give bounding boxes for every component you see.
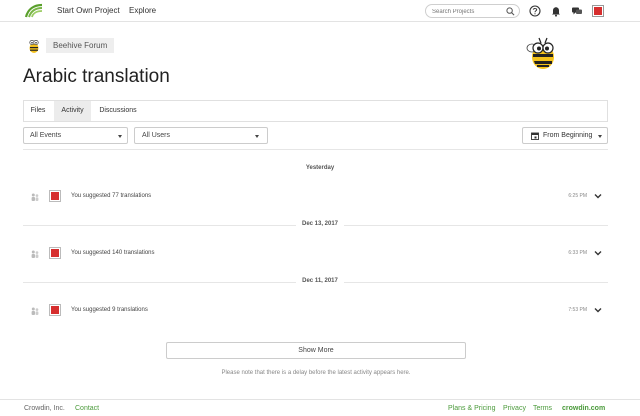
avatar-image	[51, 192, 59, 200]
tab-files[interactable]: Files	[24, 101, 52, 121]
footer-contact-link[interactable]: Contact	[75, 405, 99, 412]
avatar-image	[594, 7, 602, 15]
footer-divider	[0, 399, 640, 400]
footer-plans-link[interactable]: Plans & Pricing	[448, 405, 495, 412]
delay-note: Please note that there is a delay before…	[221, 370, 411, 376]
calendar-icon	[531, 132, 539, 140]
people-icon	[31, 307, 39, 315]
user-avatar[interactable]	[49, 247, 61, 259]
activity-time: 6:25 PM	[568, 193, 587, 199]
caret-down-icon	[598, 135, 602, 138]
bee-mascot-icon	[526, 37, 554, 69]
events-filter-dropdown[interactable]: All Events	[23, 127, 128, 144]
users-filter-value: All Users	[142, 132, 171, 139]
activity-time: 7:53 PM	[568, 307, 587, 313]
top-navbar: Start Own Project Explore	[0, 0, 640, 22]
activity-date-header: Yesterday	[305, 165, 335, 171]
activity-time: 6:33 PM	[568, 250, 587, 256]
activity-date-label: Dec 13, 2017	[295, 221, 345, 227]
activity-text: You suggested 140 translations	[71, 250, 155, 256]
activity-text: You suggested 77 translations	[71, 193, 152, 199]
activity-date-header: Dec 11, 2017	[0, 278, 640, 284]
project-icon	[29, 39, 39, 53]
divider	[23, 149, 608, 150]
footer-privacy-link[interactable]: Privacy	[503, 405, 526, 412]
page-title: Arabic translation	[23, 66, 170, 87]
footer-brand-link[interactable]: crowdin.com	[562, 405, 605, 412]
nav-explore[interactable]: Explore	[129, 6, 156, 15]
avatar[interactable]	[592, 5, 604, 17]
tab-bar: Files Activity Discussions	[23, 100, 608, 122]
caret-down-icon	[118, 135, 122, 138]
activity-text: You suggested 9 translations	[71, 307, 148, 313]
avatar-image	[51, 249, 59, 257]
date-range-label: From Beginning	[543, 132, 593, 139]
search-input[interactable]	[432, 7, 504, 17]
tab-discussions[interactable]: Discussions	[94, 101, 142, 121]
activity-date-header: Dec 13, 2017	[0, 221, 640, 227]
tab-activity[interactable]: Activity	[54, 101, 91, 121]
show-more-button[interactable]: Show More	[166, 342, 466, 359]
crowdin-logo-icon[interactable]	[24, 3, 44, 19]
events-filter-value: All Events	[30, 132, 62, 139]
people-icon	[31, 193, 39, 201]
chevron-down-icon[interactable]	[594, 250, 602, 256]
footer-terms-link[interactable]: Terms	[533, 405, 552, 412]
nav-start-own-project[interactable]: Start Own Project	[57, 6, 120, 15]
user-avatar[interactable]	[49, 190, 61, 202]
users-filter-dropdown[interactable]: All Users	[134, 127, 268, 144]
bell-icon[interactable]	[550, 5, 562, 17]
search-box[interactable]	[425, 4, 520, 18]
chat-icon[interactable]	[571, 5, 583, 17]
user-avatar[interactable]	[49, 304, 61, 316]
footer-company: Crowdin, Inc.	[24, 405, 65, 412]
chevron-down-icon[interactable]	[594, 193, 602, 199]
help-icon[interactable]	[529, 5, 541, 17]
caret-down-icon	[255, 135, 259, 138]
activity-date-label: Dec 11, 2017	[296, 278, 344, 284]
people-icon	[31, 250, 39, 258]
avatar-image	[51, 306, 59, 314]
search-icon[interactable]	[506, 7, 515, 16]
date-range-button[interactable]: From Beginning	[522, 127, 608, 144]
chevron-down-icon[interactable]	[594, 307, 602, 313]
project-name[interactable]: Beehive Forum	[46, 38, 115, 53]
